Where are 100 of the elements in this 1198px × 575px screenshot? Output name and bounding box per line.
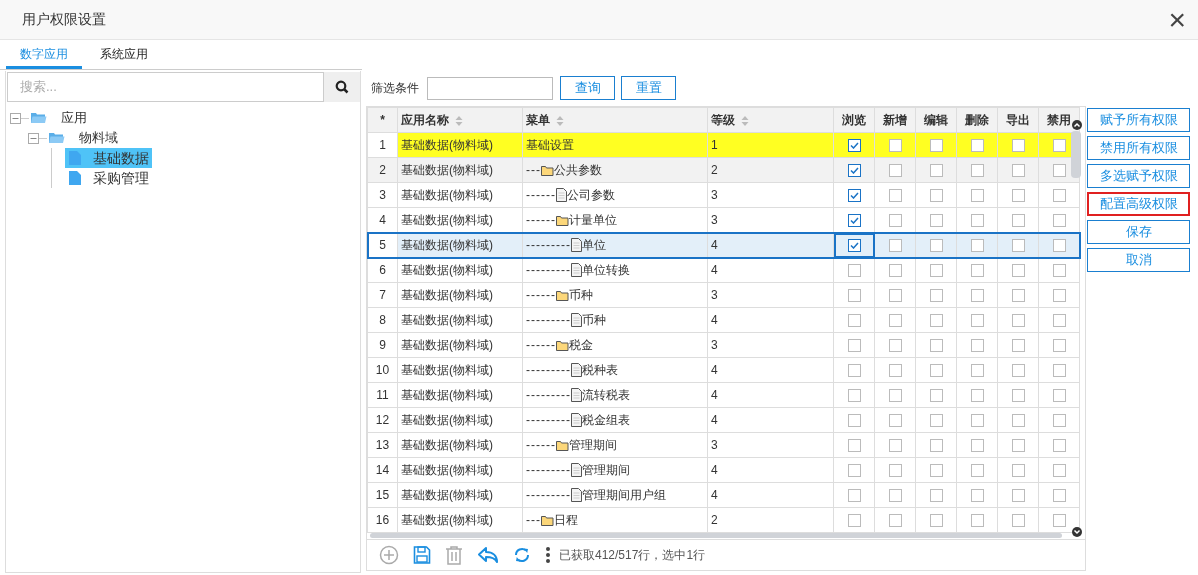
collapse-icon[interactable] xyxy=(28,132,39,144)
checkbox[interactable] xyxy=(888,364,902,378)
column-header[interactable]: 菜单 xyxy=(526,113,550,127)
checkbox[interactable] xyxy=(929,439,943,453)
checkbox[interactable] xyxy=(1011,339,1025,353)
checkbox[interactable] xyxy=(970,389,984,403)
checkbox[interactable] xyxy=(970,214,984,228)
table-row[interactable]: 11 基础数据(物料域) --------- 流转税表 4 xyxy=(367,382,1080,408)
checkbox[interactable] xyxy=(929,514,943,528)
table-row[interactable]: 2 基础数据(物料域) --- 公共参数 2 xyxy=(367,157,1080,183)
tree-item[interactable]: 基础数据 xyxy=(65,148,152,168)
checkbox[interactable] xyxy=(888,139,902,153)
sort-icon[interactable] xyxy=(556,114,564,127)
checkbox[interactable] xyxy=(888,414,902,428)
checkbox[interactable] xyxy=(1011,189,1025,203)
action-button[interactable]: 多选赋予权限 xyxy=(1087,164,1190,188)
checkbox[interactable] xyxy=(888,489,902,503)
checkbox[interactable] xyxy=(929,364,943,378)
tree-item[interactable]: 应用 xyxy=(57,108,91,128)
checkbox[interactable] xyxy=(1052,189,1066,203)
search-button[interactable] xyxy=(324,72,360,102)
checkbox[interactable] xyxy=(888,514,902,528)
checkbox[interactable] xyxy=(970,414,984,428)
checkbox[interactable] xyxy=(1011,139,1025,153)
checkbox[interactable] xyxy=(847,514,861,528)
action-button[interactable]: 禁用所有权限 xyxy=(1087,136,1190,160)
checkbox[interactable] xyxy=(929,214,943,228)
checkbox[interactable] xyxy=(929,164,943,178)
checkbox[interactable] xyxy=(888,214,902,228)
checkbox[interactable] xyxy=(1052,439,1066,453)
table-row[interactable]: 4 基础数据(物料域) ------ 计量单位 3 xyxy=(367,207,1080,233)
checkbox[interactable] xyxy=(847,364,861,378)
checkbox[interactable] xyxy=(847,289,861,303)
checkbox[interactable] xyxy=(1011,414,1025,428)
checkbox[interactable] xyxy=(888,289,902,303)
checkbox[interactable] xyxy=(1052,289,1066,303)
checkbox[interactable] xyxy=(970,339,984,353)
checkbox[interactable] xyxy=(929,414,943,428)
checkbox[interactable] xyxy=(847,339,861,353)
checkbox[interactable] xyxy=(847,414,861,428)
action-button[interactable]: 保存 xyxy=(1087,220,1190,244)
checkbox[interactable] xyxy=(888,439,902,453)
undo-icon[interactable] xyxy=(477,545,499,565)
checkbox[interactable] xyxy=(847,139,861,153)
checkbox[interactable] xyxy=(1052,239,1066,253)
save-icon[interactable] xyxy=(413,545,431,565)
scroll-down-icon[interactable] xyxy=(1072,527,1082,537)
table-row[interactable]: 7 基础数据(物料域) ------ 币种 3 xyxy=(367,282,1080,308)
delete-icon[interactable] xyxy=(445,545,463,565)
checkbox[interactable] xyxy=(929,189,943,203)
checkbox[interactable] xyxy=(1011,439,1025,453)
checkbox[interactable] xyxy=(888,264,902,278)
checkbox[interactable] xyxy=(929,239,943,253)
table-row[interactable]: 15 基础数据(物料域) --------- 管理期间用户组 4 xyxy=(367,482,1080,508)
tree-item[interactable]: 物料域 xyxy=(75,128,122,148)
action-button[interactable]: 赋予所有权限 xyxy=(1087,108,1190,132)
scrollbar[interactable] xyxy=(1071,131,1081,178)
checkbox[interactable] xyxy=(1052,364,1066,378)
checkbox[interactable] xyxy=(929,489,943,503)
checkbox[interactable] xyxy=(847,214,861,228)
checkbox[interactable] xyxy=(929,264,943,278)
action-button[interactable]: 配置高级权限 xyxy=(1087,192,1190,216)
refresh-icon[interactable] xyxy=(513,545,531,565)
checkbox[interactable] xyxy=(847,439,861,453)
scroll-up-icon[interactable] xyxy=(1072,120,1082,130)
checkbox[interactable] xyxy=(929,339,943,353)
checkbox[interactable] xyxy=(1011,289,1025,303)
checkbox[interactable] xyxy=(888,239,902,253)
filter-field[interactable] xyxy=(427,76,553,100)
more-icon[interactable] xyxy=(545,546,551,564)
checkbox[interactable] xyxy=(888,189,902,203)
close-button[interactable]: × xyxy=(1168,4,1186,35)
checkbox[interactable] xyxy=(847,264,861,278)
checkbox[interactable] xyxy=(1052,514,1066,528)
sort-icon[interactable] xyxy=(455,114,463,127)
checkbox[interactable] xyxy=(970,189,984,203)
checkbox[interactable] xyxy=(1052,264,1066,278)
checkbox[interactable] xyxy=(1011,364,1025,378)
checkbox[interactable] xyxy=(1052,389,1066,403)
table-row[interactable]: 5 基础数据(物料域) --------- 单位 4 xyxy=(367,232,1080,258)
checkbox[interactable] xyxy=(1011,464,1025,478)
checkbox[interactable] xyxy=(1011,489,1025,503)
checkbox[interactable] xyxy=(1052,414,1066,428)
table-row[interactable]: 9 基础数据(物料域) ------ 税金 3 xyxy=(367,332,1080,358)
checkbox[interactable] xyxy=(929,289,943,303)
checkbox[interactable] xyxy=(847,314,861,328)
checkbox[interactable] xyxy=(929,389,943,403)
checkbox[interactable] xyxy=(1052,139,1066,153)
checkbox[interactable] xyxy=(1052,214,1066,228)
checkbox[interactable] xyxy=(970,264,984,278)
checkbox[interactable] xyxy=(1052,339,1066,353)
checkbox[interactable] xyxy=(847,389,861,403)
checkbox[interactable] xyxy=(888,314,902,328)
table-row[interactable]: 14 基础数据(物料域) --------- 管理期间 4 xyxy=(367,457,1080,483)
checkbox[interactable] xyxy=(970,439,984,453)
filter-button[interactable]: 查询 xyxy=(560,76,615,100)
action-button[interactable]: 取消 xyxy=(1087,248,1190,272)
checkbox[interactable] xyxy=(1052,489,1066,503)
checkbox[interactable] xyxy=(1011,164,1025,178)
table-row[interactable]: 13 基础数据(物料域) ------ 管理期间 3 xyxy=(367,432,1080,458)
